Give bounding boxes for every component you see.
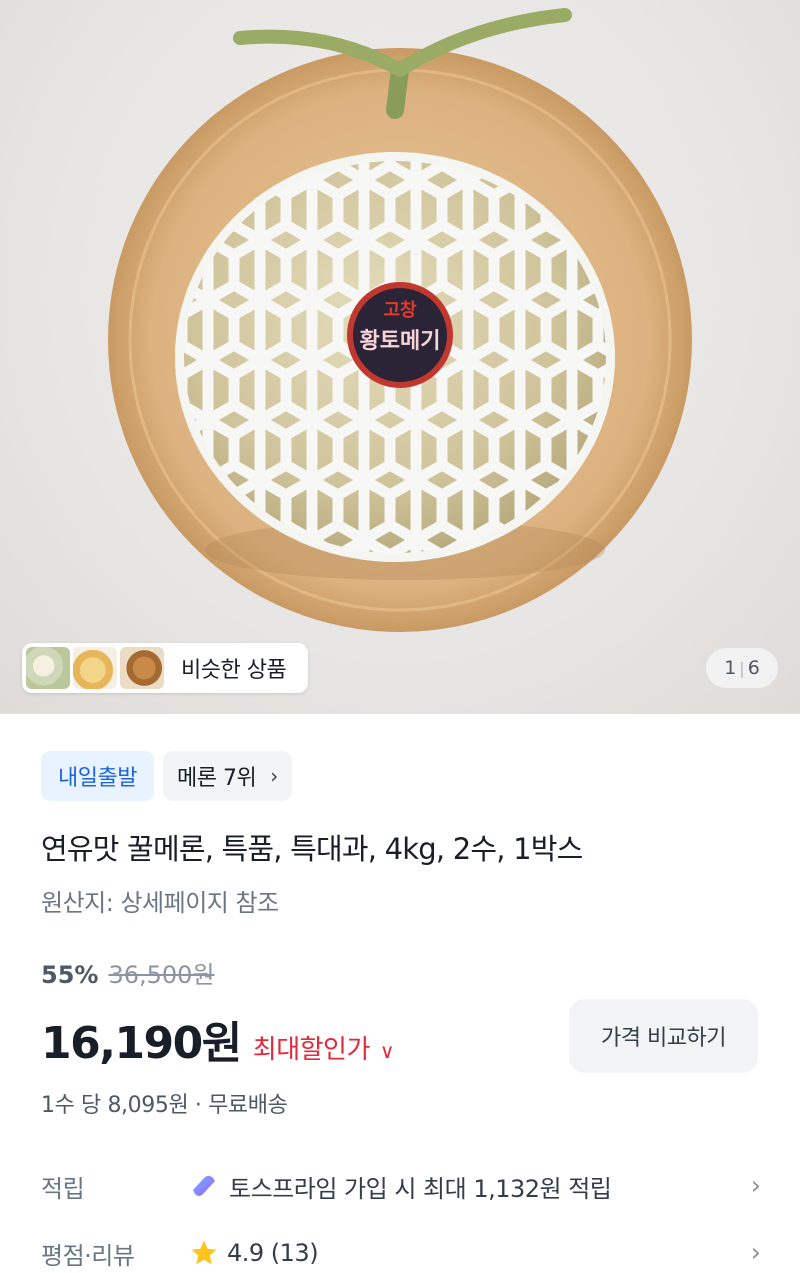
points-value: 토스프라임 가입 시 최대 1,132원 적립 (229, 1174, 612, 1203)
rank-badge[interactable]: 메론 7위 › (162, 751, 292, 801)
similar-products-button[interactable]: 비슷한 상품 (22, 643, 308, 693)
points-row[interactable]: 적립 토스프라임 가입 시 최대 1,132원 적립 › (41, 1166, 761, 1206)
product-title: 연유맛 꿀메론, 특품, 특대과, 4kg, 2수, 1박스 (41, 832, 583, 866)
similar-products-label: 비슷한 상품 (181, 658, 287, 683)
price-compare-button[interactable]: 가격 비교하기 (569, 999, 758, 1073)
max-discount-label: 최대할인가 (252, 1035, 371, 1065)
unit-price-shipping: 1수 당 8,095원 · 무료배송 (41, 1093, 288, 1118)
points-label: 적립 (41, 1174, 85, 1203)
toss-prime-icon (193, 1175, 215, 1196)
page-current: 1 (724, 657, 737, 679)
product-photo: 고창 황토메기 (108, 8, 692, 632)
final-price: 16,190원 (41, 1018, 242, 1069)
similar-thumb-pear (73, 647, 117, 689)
rank-badge-label: 메론 7위 (176, 766, 257, 791)
star-icon (191, 1240, 217, 1265)
rating-value: 4.9 (13) (227, 1239, 319, 1267)
image-page-indicator: 1 | 6 (706, 648, 778, 688)
original-price: 36,500원 (108, 961, 215, 989)
similar-thumb-melon (26, 647, 70, 689)
max-discount-toggle[interactable]: 최대할인가 ∨ (252, 1029, 395, 1066)
discount-row: 55% 36,500원 (41, 955, 215, 990)
points-value-wrap: 토스프라임 가입 시 최대 1,132원 적립 (189, 1169, 731, 1204)
page-separator: | (739, 658, 745, 678)
discount-rate: 55% (41, 961, 99, 989)
label-top-text: 고창 (383, 300, 417, 321)
price-row: 16,190원 최대할인가 ∨ (41, 1007, 395, 1071)
chevron-down-icon: ∨ (379, 1039, 395, 1063)
chevron-right-icon: › (270, 764, 278, 788)
similar-thumb-pear-box (120, 647, 164, 689)
rating-row[interactable]: 평점·리뷰 4.9 (13) › (41, 1233, 761, 1273)
delivery-badge: 내일출발 (41, 751, 154, 801)
chevron-right-icon: › (750, 1171, 761, 1201)
product-image-carousel[interactable]: 고창 황토메기 비슷한 상품 1 | 6 (0, 0, 800, 714)
rating-value-wrap: 4.9 (13) (189, 1238, 731, 1268)
chevron-right-icon: › (750, 1238, 761, 1268)
rating-label: 평점·리뷰 (41, 1241, 135, 1270)
badge-row: 내일출발 메론 7위 › (41, 751, 292, 801)
product-origin: 원산지: 상세페이지 참조 (41, 889, 279, 917)
label-main-text: 황토메기 (360, 329, 441, 354)
page-total: 6 (747, 657, 760, 679)
